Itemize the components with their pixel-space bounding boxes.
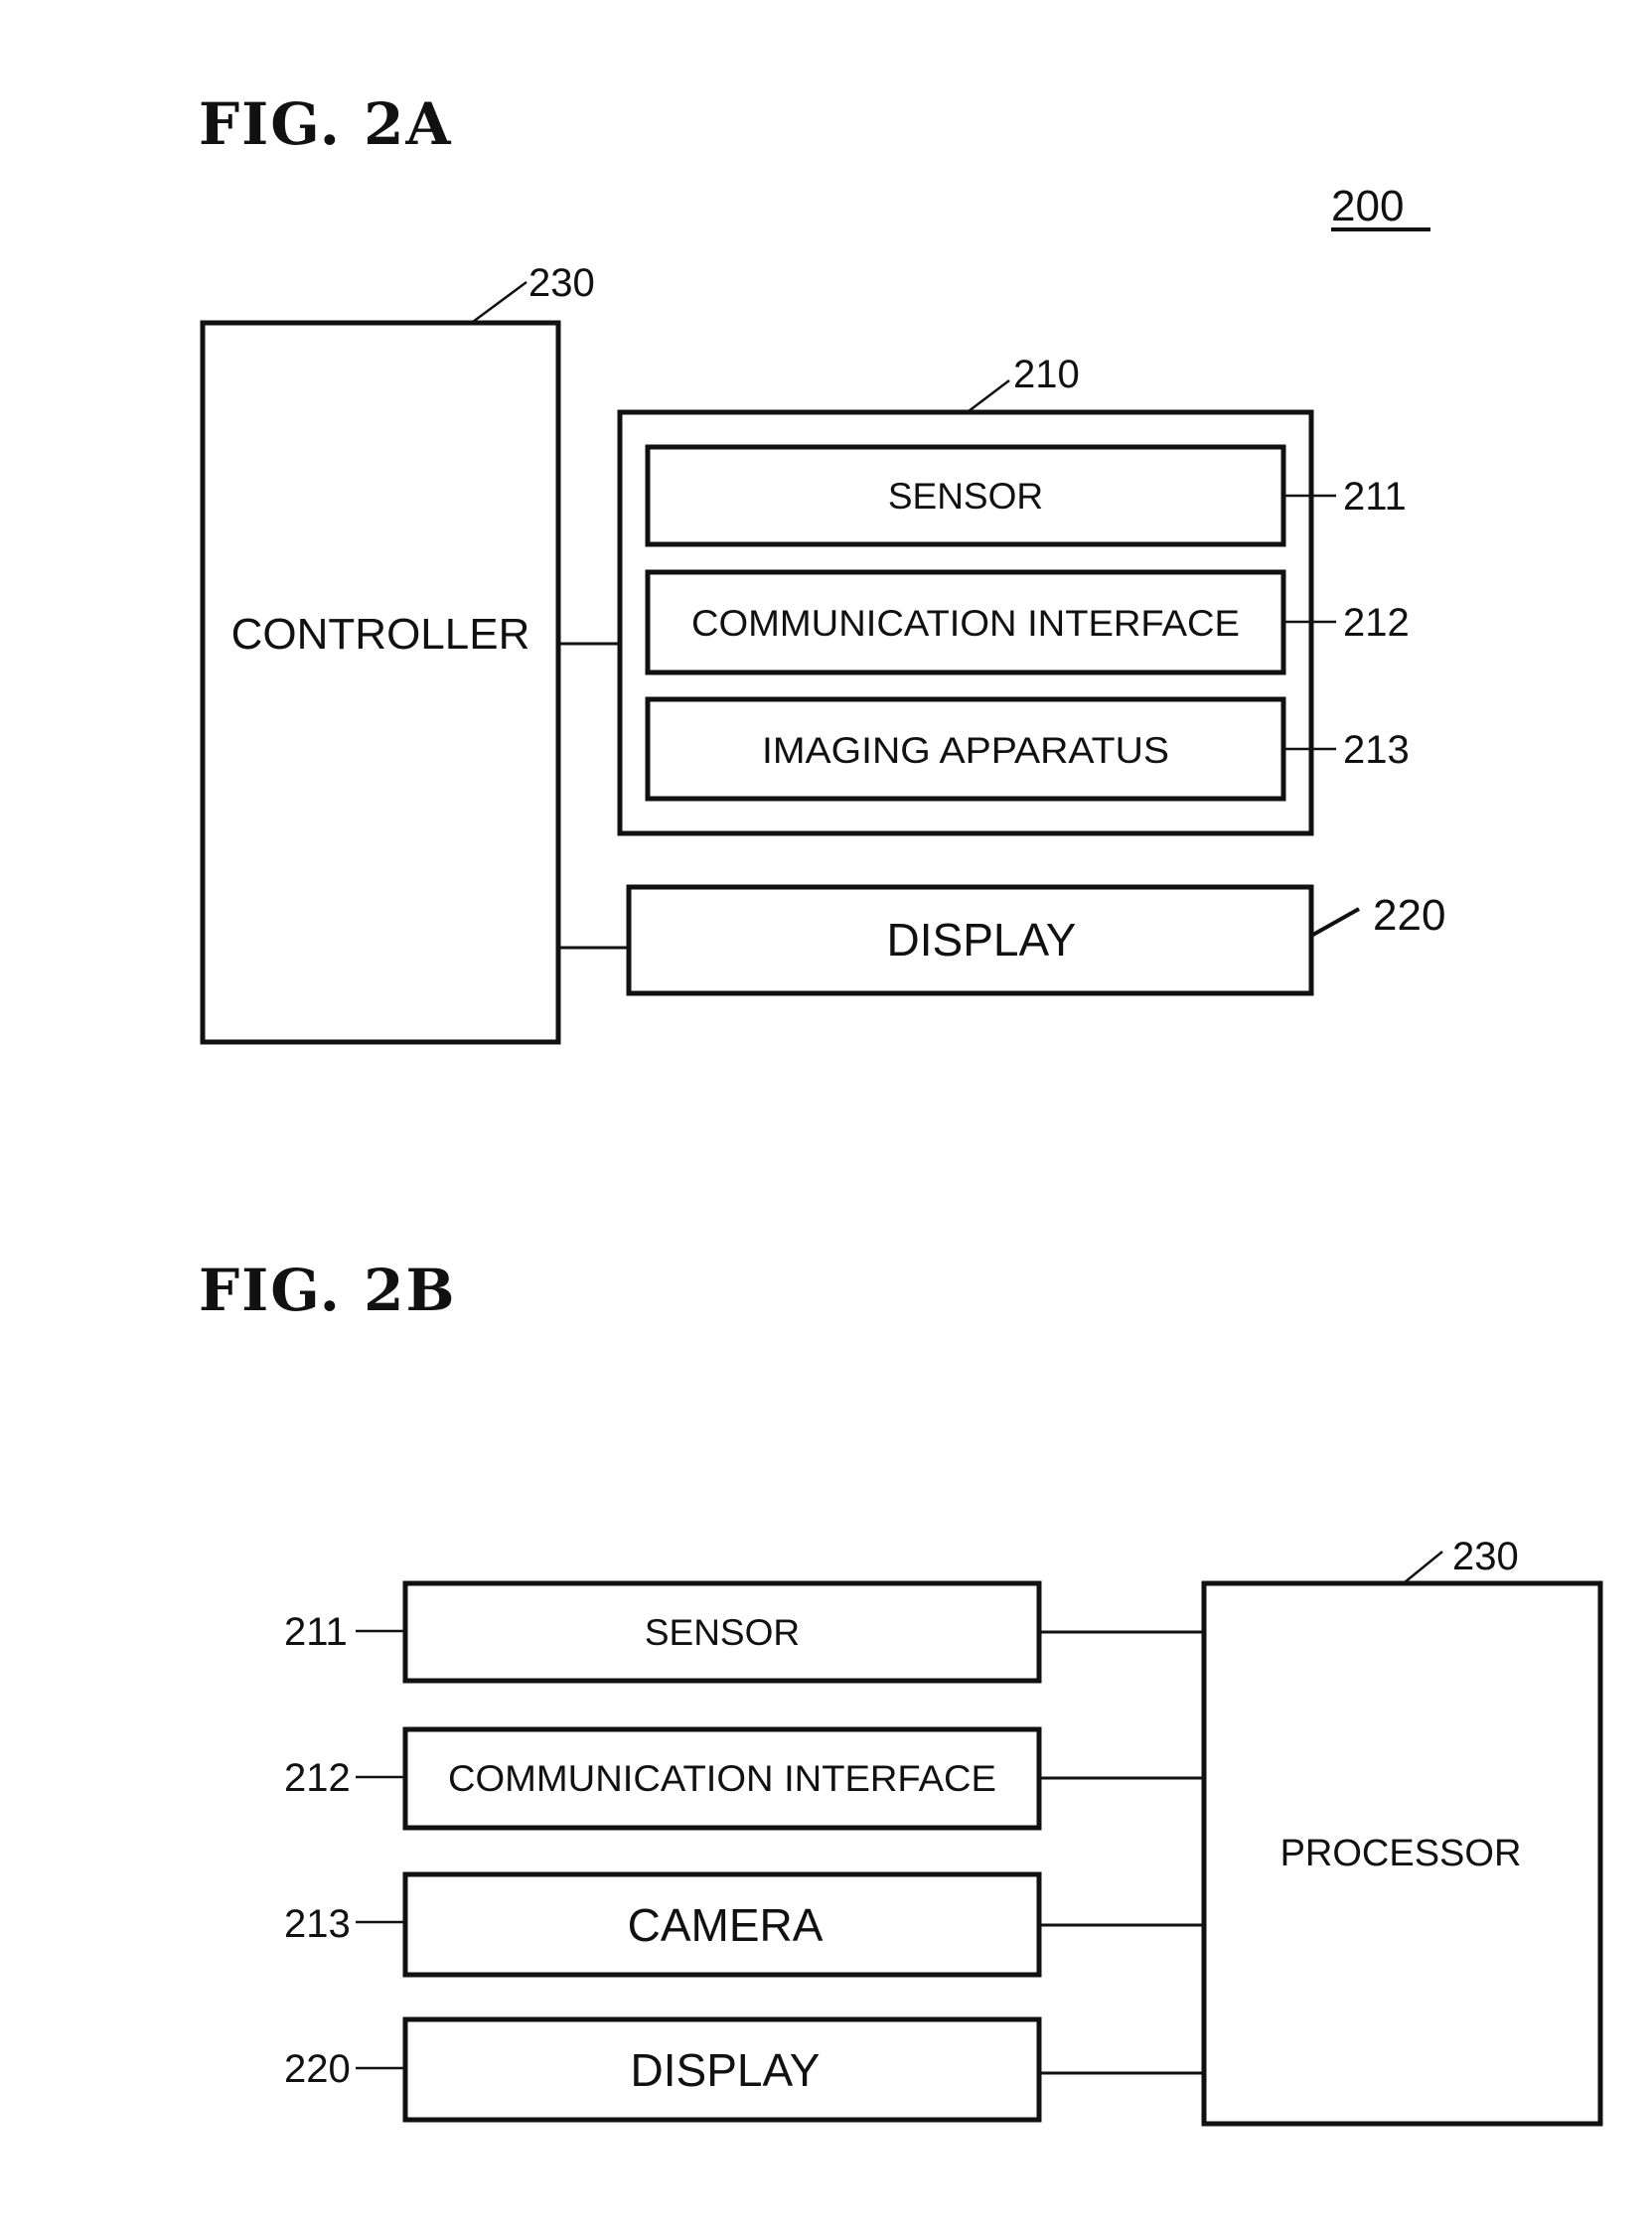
- module-210-block: 210 SENSOR 211 COMMUNICATION INTERFACE 2…: [617, 353, 1410, 836]
- display-label: DISPLAY: [887, 914, 1077, 966]
- device-ref-number: 200: [1331, 182, 1404, 230]
- patent-figure-sheet: FIG. 2A 200 CONTROLLER 230 210 SENSOR 21…: [199, 90, 1603, 2127]
- fig2b-display-block: DISPLAY 220: [284, 2016, 1204, 2123]
- fig2b-sensor-ref-number: 211: [284, 1610, 348, 1654]
- figure-2b-title: FIG. 2B: [199, 1257, 457, 1324]
- fig2b-display-label: DISPLAY: [631, 2044, 821, 2096]
- fig2b-communication-interface-block: COMMUNICATION INTERFACE 212: [284, 1726, 1204, 1831]
- controller-box: [200, 320, 561, 1045]
- controller-ref-number: 230: [528, 261, 595, 305]
- fig2b-camera-ref-number: 213: [284, 1902, 351, 1946]
- fig2b-sensor-label: SENSOR: [645, 1612, 800, 1653]
- processor-block: PROCESSOR 230: [1201, 1535, 1603, 2127]
- figure-2a-title: FIG. 2A: [199, 90, 453, 158]
- figure-2a: FIG. 2A 200 CONTROLLER 230 210 SENSOR 21…: [199, 90, 1445, 1045]
- imaging-apparatus-ref-number: 213: [1343, 728, 1410, 772]
- fig2b-display-ref-number: 220: [284, 2047, 351, 2091]
- figure-2b: FIG. 2B PROCESSOR 230 SENSOR 211 COMMUNI…: [199, 1257, 1603, 2127]
- fig2b-camera-label: CAMERA: [628, 1899, 824, 1951]
- fig2b-camera-block: CAMERA 213: [284, 1871, 1204, 1978]
- fig2b-sensor-block: SENSOR 211: [284, 1580, 1204, 1684]
- display-block: DISPLAY 220: [626, 884, 1445, 996]
- controller-leader-line: [472, 280, 527, 324]
- fig2b-communication-interface-ref-number: 212: [284, 1756, 351, 1800]
- imaging-apparatus-label: IMAGING APPARATUS: [762, 730, 1169, 771]
- controller-block: CONTROLLER 230: [200, 261, 595, 1045]
- module-leader-line: [968, 379, 1010, 412]
- sensor-ref-number: 211: [1343, 475, 1407, 519]
- display-leader-line: [1310, 907, 1360, 938]
- communication-interface-label: COMMUNICATION INTERFACE: [691, 603, 1240, 644]
- controller-label: CONTROLLER: [231, 610, 530, 659]
- communication-interface-ref-number: 212: [1343, 601, 1410, 645]
- processor-label: PROCESSOR: [1280, 1833, 1522, 1874]
- module-ref-number: 210: [1013, 353, 1080, 396]
- fig2b-communication-interface-label: COMMUNICATION INTERFACE: [448, 1758, 996, 1799]
- display-ref-number: 220: [1373, 891, 1445, 940]
- processor-leader-line: [1404, 1551, 1443, 1583]
- processor-ref-number: 230: [1452, 1535, 1519, 1578]
- sensor-label: SENSOR: [888, 476, 1043, 517]
